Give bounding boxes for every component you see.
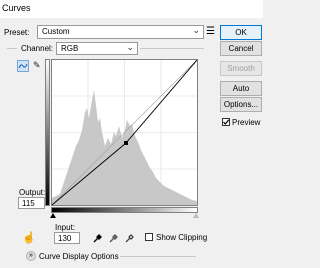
title-bar[interactable]: Curves — [0, 0, 263, 18]
show-clipping-checkbox[interactable] — [145, 233, 153, 241]
input-gradient — [51, 207, 198, 213]
auto-button[interactable]: Auto — [220, 81, 262, 96]
channel-value: RGB — [61, 44, 79, 53]
curve-control-point — [124, 141, 128, 145]
preset-dropdown[interactable]: Custom ⌄ — [37, 25, 204, 39]
on-image-adjust-icon[interactable]: ☝ — [22, 231, 36, 244]
options-button[interactable]: Options... — [220, 97, 262, 112]
preset-options-icon[interactable]: ☰ — [206, 27, 215, 37]
group-border-right — [140, 48, 204, 49]
group-border-left — [7, 48, 17, 49]
input-label: Input: — [55, 223, 76, 232]
checkmark-icon — [223, 119, 230, 125]
curve-point-tool-icon[interactable] — [17, 60, 29, 72]
black-point-slider[interactable] — [50, 213, 56, 218]
chevron-down-icon: ⌄ — [126, 42, 134, 52]
curve-display-options-label[interactable]: Curve Display Options — [39, 252, 119, 261]
preview-label: Preview — [232, 118, 261, 127]
white-point-slider[interactable] — [193, 213, 199, 218]
output-gradient — [45, 59, 50, 206]
window-title: Curves — [2, 3, 31, 13]
chevron-down-icon: ⌄ — [192, 25, 200, 35]
white-point-eyedropper-icon[interactable] — [124, 233, 134, 245]
preview-checkbox[interactable] — [222, 118, 230, 126]
output-field[interactable]: 115 — [18, 197, 45, 209]
output-label: Output: — [19, 188, 46, 197]
input-value: 130 — [58, 234, 72, 243]
channel-label: Channel: — [21, 44, 54, 53]
show-clipping-label: Show Clipping — [156, 233, 208, 242]
channel-dropdown[interactable]: RGB ⌄ — [56, 42, 138, 55]
cancel-button[interactable]: Cancel — [220, 41, 262, 56]
curve-svg — [52, 60, 197, 205]
output-value: 115 — [22, 199, 35, 208]
black-point-eyedropper-icon[interactable] — [92, 233, 102, 245]
expand-chevron-icon[interactable]: » — [26, 251, 36, 261]
curve-graph[interactable] — [51, 59, 198, 206]
gray-point-eyedropper-icon[interactable] — [108, 233, 118, 245]
options-divider — [120, 256, 196, 257]
preset-value: Custom — [42, 27, 70, 36]
ok-button[interactable]: OK — [220, 25, 262, 40]
pencil-tool-icon[interactable]: ✎ — [33, 60, 41, 70]
smooth-button[interactable]: Smooth — [220, 61, 262, 76]
input-field[interactable]: 130 — [54, 232, 80, 244]
preset-label: Preset: — [4, 28, 30, 37]
